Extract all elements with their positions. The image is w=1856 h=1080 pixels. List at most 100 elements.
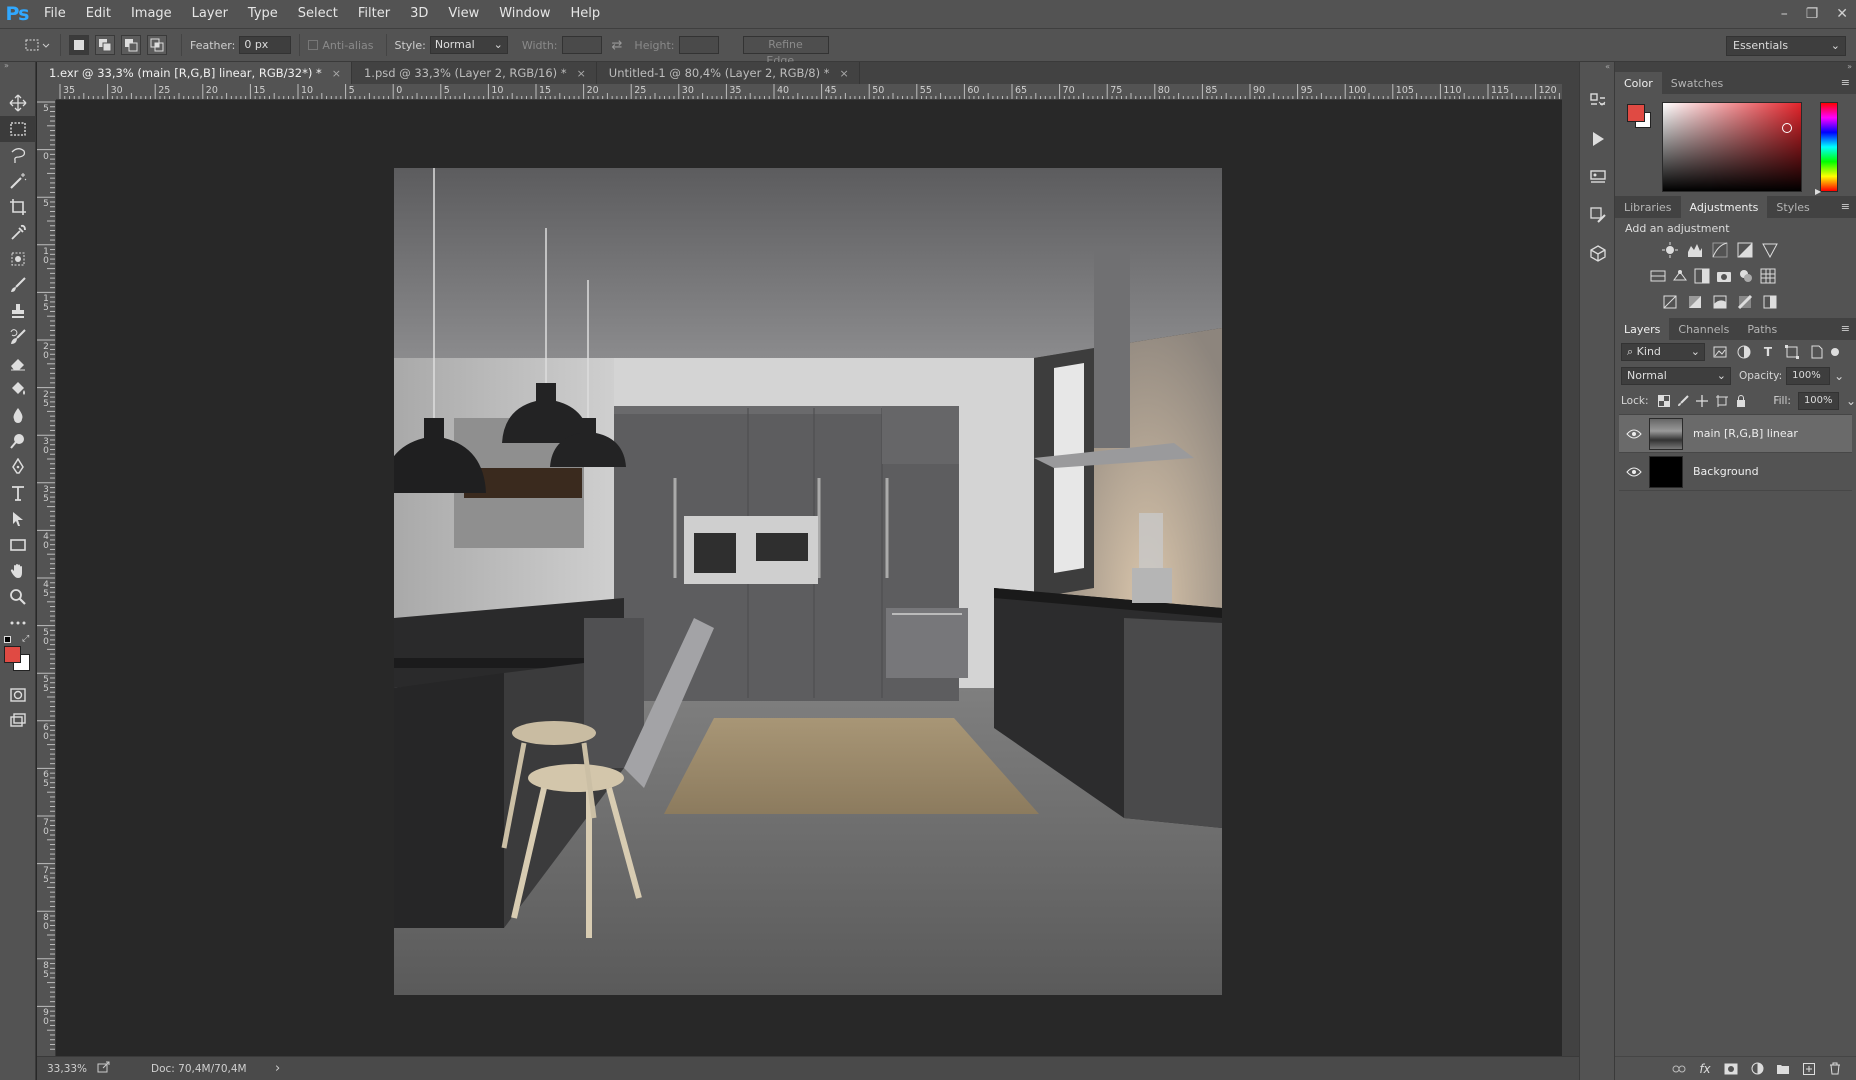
posterize-icon[interactable] [1686, 293, 1704, 311]
color-lookup-icon[interactable] [1759, 267, 1777, 285]
actions-panel-icon[interactable] [1580, 120, 1616, 158]
zoom-level[interactable]: 33,33% [47, 1063, 91, 1075]
lock-transparent-icon[interactable] [1655, 392, 1671, 410]
brush-tool-icon[interactable] [0, 272, 36, 298]
eraser-tool-icon[interactable] [0, 350, 36, 376]
ruler-origin[interactable] [37, 84, 56, 100]
layer-row-main[interactable]: main [R,G,B] linear [1619, 415, 1852, 453]
menu-file[interactable]: File [34, 0, 76, 28]
history-brush-icon[interactable] [0, 324, 36, 350]
move-tool-icon[interactable] [0, 90, 36, 116]
menu-filter[interactable]: Filter [348, 0, 400, 28]
curves-icon[interactable] [1711, 241, 1729, 259]
color-field[interactable] [1662, 102, 1802, 192]
horizontal-ruler[interactable]: 35 30 25 20 15 10 5 0 5 10 15 20 25 30 35 40 45 50 55 60 65 7… [56, 84, 1562, 100]
zoom-tool-icon[interactable] [0, 584, 36, 610]
layer-filter-select[interactable]: ⌕ Kind ⌄ [1621, 343, 1705, 361]
status-menu-arrow[interactable]: › [275, 1061, 280, 1076]
color-balance-icon[interactable] [1671, 267, 1689, 285]
vertical-scrollbar[interactable] [1562, 84, 1579, 1056]
close-icon[interactable]: × [332, 67, 341, 80]
screen-mode-icon[interactable] [0, 708, 36, 734]
history-panel-icon[interactable] [1580, 82, 1616, 120]
filter-adjustment-icon[interactable] [1735, 343, 1753, 361]
tab-styles[interactable]: Styles [1767, 196, 1818, 218]
export-icon[interactable] [97, 1061, 111, 1076]
document-image-kitchen[interactable] [394, 168, 1222, 995]
opacity-input[interactable]: 100% [1786, 367, 1831, 385]
brightness-contrast-icon[interactable] [1661, 241, 1679, 259]
hand-tool-icon[interactable] [0, 558, 36, 584]
color-picker-marker[interactable] [1782, 123, 1792, 133]
lock-image-icon[interactable] [1675, 392, 1691, 410]
menu-type[interactable]: Type [238, 0, 288, 28]
menu-help[interactable]: Help [561, 0, 611, 28]
hue-slider-handle[interactable]: ▶ [1815, 187, 1821, 196]
chevron-down-icon[interactable]: ⌄ [1834, 369, 1844, 383]
lasso-tool-icon[interactable] [0, 142, 36, 168]
new-layer-icon[interactable] [1800, 1060, 1818, 1078]
doc-tab-1[interactable]: 1.exr @ 33,3% (main [R,G,B] linear, RGB/… [37, 62, 352, 84]
magic-wand-icon[interactable] [0, 168, 36, 194]
brush-presets-icon[interactable] [1580, 196, 1616, 234]
restore-button[interactable]: ❐ [1806, 6, 1819, 22]
tab-swatches[interactable]: Swatches [1662, 72, 1733, 94]
doc-tab-2[interactable]: 1.psd @ 33,3% (Layer 2, RGB/16) * × [352, 62, 597, 84]
photo-filter-icon[interactable] [1715, 267, 1733, 285]
layer-row-background[interactable]: Background [1619, 453, 1852, 491]
menu-3d[interactable]: 3D [400, 0, 438, 28]
tab-libraries[interactable]: Libraries [1615, 196, 1681, 218]
tab-layers[interactable]: Layers [1615, 318, 1670, 340]
style-select[interactable]: Normal ⌄ [429, 36, 508, 54]
panel-menu-icon[interactable]: ≡ [1841, 200, 1850, 213]
exposure-icon[interactable] [1736, 241, 1754, 259]
link-layers-icon[interactable] [1670, 1060, 1688, 1078]
selective-color-icon[interactable] [1736, 293, 1754, 311]
swap-colors-icon[interactable]: ⤢ [22, 634, 29, 644]
clone-stamp-icon[interactable] [0, 298, 36, 324]
quick-mask-icon[interactable] [0, 682, 36, 708]
more-tools-icon[interactable] [0, 610, 36, 636]
feather-input[interactable]: 0 px [239, 36, 292, 54]
properties-panel-icon[interactable] [1580, 158, 1616, 196]
add-mask-icon[interactable] [1722, 1060, 1740, 1078]
close-icon[interactable]: × [577, 67, 586, 80]
collapse-icon[interactable]: » [0, 62, 35, 70]
pen-tool-icon[interactable] [0, 454, 36, 480]
new-group-folder-icon[interactable] [1774, 1060, 1792, 1078]
visibility-eye-icon[interactable] [1619, 467, 1649, 477]
collapse-icon[interactable]: « [1580, 62, 1614, 72]
subtract-selection-icon[interactable] [121, 35, 141, 55]
hue-slider[interactable] [1820, 102, 1838, 192]
collapse-icon[interactable]: » [1615, 62, 1856, 72]
new-selection-icon[interactable] [69, 35, 89, 55]
tab-paths[interactable]: Paths [1738, 318, 1786, 340]
default-colors-icon[interactable] [4, 636, 11, 643]
black-white-icon[interactable] [1693, 267, 1711, 285]
panel-foreground-swatch[interactable] [1627, 104, 1645, 122]
healing-brush-icon[interactable] [0, 246, 36, 272]
layer-style-fx-icon[interactable]: fx [1696, 1060, 1714, 1078]
tab-channels[interactable]: Channels [1669, 318, 1738, 340]
levels-icon[interactable] [1686, 241, 1704, 259]
new-adjustment-layer-icon[interactable] [1748, 1060, 1766, 1078]
intersect-selection-icon[interactable] [147, 35, 167, 55]
filter-shape-icon[interactable] [1783, 343, 1801, 361]
doc-tab-3[interactable]: Untitled-1 @ 80,4% (Layer 2, RGB/8) * × [597, 62, 860, 84]
gradient-map-icon[interactable] [1761, 293, 1779, 311]
3d-panel-icon[interactable] [1580, 234, 1616, 272]
workspace-select[interactable]: Essentials ⌄ [1726, 36, 1846, 56]
chevron-down-icon[interactable]: ⌄ [1846, 394, 1856, 408]
filter-type-icon[interactable]: T [1759, 343, 1777, 361]
visibility-eye-icon[interactable] [1619, 429, 1649, 439]
threshold-icon[interactable] [1711, 293, 1729, 311]
close-icon[interactable]: × [839, 67, 848, 80]
filter-toggle[interactable] [1831, 348, 1839, 356]
path-selection-icon[interactable] [0, 506, 36, 532]
paint-bucket-icon[interactable] [0, 376, 36, 402]
lock-all-icon[interactable] [1733, 392, 1749, 410]
panel-menu-icon[interactable]: ≡ [1841, 76, 1850, 89]
refine-edge-button[interactable]: Refine Edge... [742, 36, 829, 67]
invert-icon[interactable] [1661, 293, 1679, 311]
rectangle-tool-icon[interactable] [0, 532, 36, 558]
